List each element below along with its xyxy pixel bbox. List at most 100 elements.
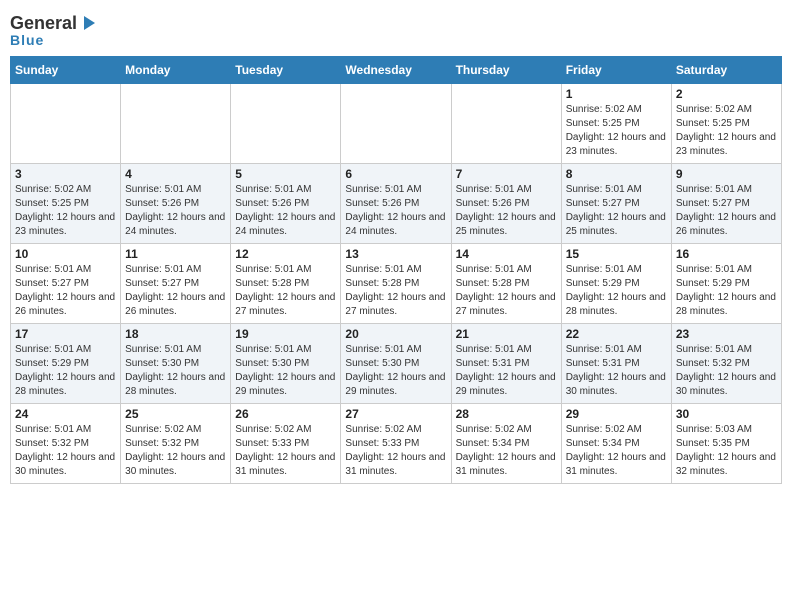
calendar-cell: 22 Sunrise: 5:01 AM Sunset: 5:31 PM Dayli… xyxy=(561,324,671,404)
calendar-cell: 6 Sunrise: 5:01 AM Sunset: 5:26 PM Daylig… xyxy=(341,164,451,244)
logo-text-general: General xyxy=(10,14,77,32)
calendar-cell: 15 Sunrise: 5:01 AM Sunset: 5:29 PM Dayli… xyxy=(561,244,671,324)
calendar-cell: 11Sunrise: 5:01 AM Sunset: 5:27 PM Dayli… xyxy=(121,244,231,324)
calendar-cell: 13 Sunrise: 5:01 AM Sunset: 5:28 PM Dayli… xyxy=(341,244,451,324)
day-number: 20 xyxy=(345,327,446,341)
day-info: Sunrise: 5:02 AM Sunset: 5:25 PM Dayligh… xyxy=(15,183,116,239)
calendar-cell xyxy=(231,84,341,164)
day-info: Sunrise: 5:01 AM Sunset: 5:28 PM Dayligh… xyxy=(345,263,446,319)
weekday-header-monday: Monday xyxy=(121,57,231,84)
logo-text-blue: Blue xyxy=(10,32,44,48)
day-info: Sunrise: 5:01 AM Sunset: 5:26 PM Dayligh… xyxy=(345,183,446,239)
calendar-cell: 10 Sunrise: 5:01 AM Sunset: 5:27 PM Dayli… xyxy=(11,244,121,324)
day-info: Sunrise: 5:02 AM Sunset: 5:34 PM Dayligh… xyxy=(566,423,667,479)
day-number: 27 xyxy=(345,407,446,421)
calendar-cell: 2 Sunrise: 5:02 AM Sunset: 5:25 PM Daylig… xyxy=(671,84,781,164)
day-info: Sunrise: 5:01 AM Sunset: 5:28 PM Dayligh… xyxy=(235,263,336,319)
day-number: 13 xyxy=(345,247,446,261)
day-info: Sunrise: 5:01 AM Sunset: 5:26 PM Dayligh… xyxy=(235,183,336,239)
day-info: Sunrise: 5:01 AM Sunset: 5:27 PM Dayligh… xyxy=(15,263,116,319)
day-number: 16 xyxy=(676,247,777,261)
weekday-header-sunday: Sunday xyxy=(11,57,121,84)
day-number: 17 xyxy=(15,327,116,341)
day-number: 8 xyxy=(566,167,667,181)
day-info: Sunrise: 5:02 AM Sunset: 5:25 PM Dayligh… xyxy=(676,103,777,159)
day-number: 12 xyxy=(235,247,336,261)
calendar-cell: 28 Sunrise: 5:02 AM Sunset: 5:34 PM Dayli… xyxy=(451,404,561,484)
day-number: 19 xyxy=(235,327,336,341)
calendar-cell: 3 Sunrise: 5:02 AM Sunset: 5:25 PM Daylig… xyxy=(11,164,121,244)
day-info: Sunrise: 5:01 AM Sunset: 5:27 PM Dayligh… xyxy=(676,183,777,239)
day-info: Sunrise: 5:01 AM Sunset: 5:29 PM Dayligh… xyxy=(15,343,116,399)
weekday-header-wednesday: Wednesday xyxy=(341,57,451,84)
day-number: 6 xyxy=(345,167,446,181)
page-header: General Blue xyxy=(10,10,782,48)
calendar-week-1: 1 Sunrise: 5:02 AM Sunset: 5:25 PM Daylig… xyxy=(11,84,782,164)
day-info: Sunrise: 5:02 AM Sunset: 5:34 PM Dayligh… xyxy=(456,423,557,479)
day-number: 14 xyxy=(456,247,557,261)
day-info: Sunrise: 5:01 AM Sunset: 5:30 PM Dayligh… xyxy=(125,343,226,399)
calendar-cell: 21 Sunrise: 5:01 AM Sunset: 5:31 PM Dayli… xyxy=(451,324,561,404)
weekday-header-tuesday: Tuesday xyxy=(231,57,341,84)
calendar-week-2: 3 Sunrise: 5:02 AM Sunset: 5:25 PM Daylig… xyxy=(11,164,782,244)
calendar-cell xyxy=(121,84,231,164)
day-info: Sunrise: 5:03 AM Sunset: 5:35 PM Dayligh… xyxy=(676,423,777,479)
calendar-cell: 17 Sunrise: 5:01 AM Sunset: 5:29 PM Dayli… xyxy=(11,324,121,404)
day-number: 29 xyxy=(566,407,667,421)
day-info: Sunrise: 5:01 AM Sunset: 5:26 PM Dayligh… xyxy=(456,183,557,239)
day-info: Sunrise: 5:02 AM Sunset: 5:33 PM Dayligh… xyxy=(235,423,336,479)
day-number: 7 xyxy=(456,167,557,181)
day-number: 18 xyxy=(125,327,226,341)
day-info: Sunrise: 5:01 AM Sunset: 5:31 PM Dayligh… xyxy=(566,343,667,399)
day-number: 24 xyxy=(15,407,116,421)
calendar-cell: 29 Sunrise: 5:02 AM Sunset: 5:34 PM Dayli… xyxy=(561,404,671,484)
calendar-cell: 5 Sunrise: 5:01 AM Sunset: 5:26 PM Daylig… xyxy=(231,164,341,244)
day-number: 9 xyxy=(676,167,777,181)
weekday-header-friday: Friday xyxy=(561,57,671,84)
calendar-table: SundayMondayTuesdayWednesdayThursdayFrid… xyxy=(10,56,782,484)
day-number: 5 xyxy=(235,167,336,181)
day-number: 28 xyxy=(456,407,557,421)
day-number: 10 xyxy=(15,247,116,261)
day-info: Sunrise: 5:01 AM Sunset: 5:29 PM Dayligh… xyxy=(676,263,777,319)
calendar-cell: 18 Sunrise: 5:01 AM Sunset: 5:30 PM Dayli… xyxy=(121,324,231,404)
calendar-cell: 26 Sunrise: 5:02 AM Sunset: 5:33 PM Dayli… xyxy=(231,404,341,484)
calendar-cell: 8Sunrise: 5:01 AM Sunset: 5:27 PM Daylig… xyxy=(561,164,671,244)
day-number: 11 xyxy=(125,247,226,261)
logo-icon xyxy=(79,14,97,32)
day-info: Sunrise: 5:01 AM Sunset: 5:26 PM Dayligh… xyxy=(125,183,226,239)
calendar-cell xyxy=(451,84,561,164)
calendar-cell: 12 Sunrise: 5:01 AM Sunset: 5:28 PM Dayli… xyxy=(231,244,341,324)
day-info: Sunrise: 5:02 AM Sunset: 5:33 PM Dayligh… xyxy=(345,423,446,479)
day-info: Sunrise: 5:01 AM Sunset: 5:29 PM Dayligh… xyxy=(566,263,667,319)
day-info: Sunrise: 5:01 AM Sunset: 5:30 PM Dayligh… xyxy=(235,343,336,399)
day-number: 22 xyxy=(566,327,667,341)
day-info: Sunrise: 5:01 AM Sunset: 5:32 PM Dayligh… xyxy=(676,343,777,399)
day-info: Sunrise: 5:01 AM Sunset: 5:32 PM Dayligh… xyxy=(15,423,116,479)
calendar-header-row: SundayMondayTuesdayWednesdayThursdayFrid… xyxy=(11,57,782,84)
day-info: Sunrise: 5:01 AM Sunset: 5:31 PM Dayligh… xyxy=(456,343,557,399)
day-info: Sunrise: 5:01 AM Sunset: 5:30 PM Dayligh… xyxy=(345,343,446,399)
calendar-cell: 25Sunrise: 5:02 AM Sunset: 5:32 PM Dayli… xyxy=(121,404,231,484)
day-number: 1 xyxy=(566,87,667,101)
day-number: 4 xyxy=(125,167,226,181)
day-number: 2 xyxy=(676,87,777,101)
calendar-cell: 24 Sunrise: 5:01 AM Sunset: 5:32 PM Dayli… xyxy=(11,404,121,484)
day-number: 15 xyxy=(566,247,667,261)
day-info: Sunrise: 5:02 AM Sunset: 5:25 PM Dayligh… xyxy=(566,103,667,159)
calendar-cell: 9 Sunrise: 5:01 AM Sunset: 5:27 PM Daylig… xyxy=(671,164,781,244)
calendar-cell: 1 Sunrise: 5:02 AM Sunset: 5:25 PM Daylig… xyxy=(561,84,671,164)
calendar-cell: 20 Sunrise: 5:01 AM Sunset: 5:30 PM Dayli… xyxy=(341,324,451,404)
calendar-cell: 7 Sunrise: 5:01 AM Sunset: 5:26 PM Daylig… xyxy=(451,164,561,244)
day-number: 21 xyxy=(456,327,557,341)
logo: General Blue xyxy=(10,10,97,48)
calendar-cell: 4 Sunrise: 5:01 AM Sunset: 5:26 PM Daylig… xyxy=(121,164,231,244)
calendar-cell: 16 Sunrise: 5:01 AM Sunset: 5:29 PM Dayli… xyxy=(671,244,781,324)
day-number: 26 xyxy=(235,407,336,421)
calendar-cell: 14 Sunrise: 5:01 AM Sunset: 5:28 PM Dayli… xyxy=(451,244,561,324)
calendar-cell: 19 Sunrise: 5:01 AM Sunset: 5:30 PM Dayli… xyxy=(231,324,341,404)
calendar-week-5: 24 Sunrise: 5:01 AM Sunset: 5:32 PM Dayli… xyxy=(11,404,782,484)
day-number: 3 xyxy=(15,167,116,181)
weekday-header-saturday: Saturday xyxy=(671,57,781,84)
day-info: Sunrise: 5:01 AM Sunset: 5:28 PM Dayligh… xyxy=(456,263,557,319)
